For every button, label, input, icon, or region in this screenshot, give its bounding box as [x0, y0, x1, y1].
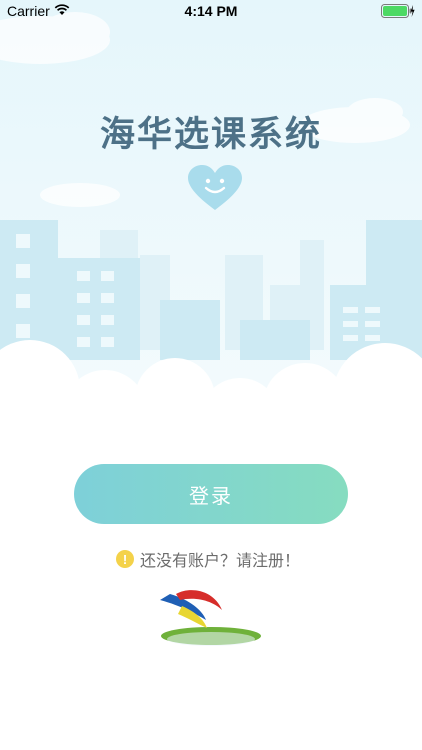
register-prompt: 还没有账户？请注册！ — [140, 551, 301, 570]
school-logo-icon — [160, 590, 261, 646]
status-bar: Carrier 4:14 PM — [0, 0, 422, 22]
city-background-illustration — [0, 0, 422, 430]
battery-icon — [381, 4, 415, 18]
register-link[interactable]: ! 还没有账户？请注册！ — [116, 547, 300, 571]
status-time: 4:14 PM — [184, 3, 238, 19]
warning-icon: ! — [116, 550, 134, 568]
heart-smile-icon — [188, 165, 242, 210]
app-title: 海华选课系统 — [99, 115, 322, 155]
login-button[interactable]: 登录 — [74, 464, 348, 524]
